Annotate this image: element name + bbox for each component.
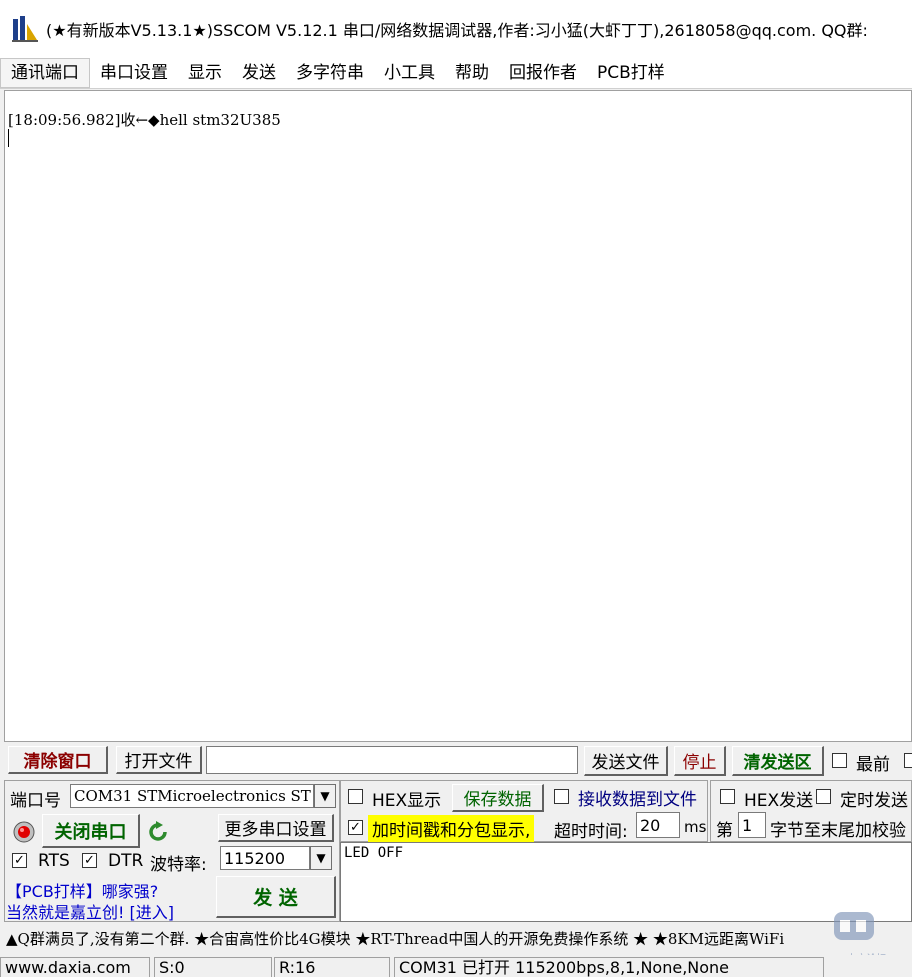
receive-line: [18:09:56.982]收←◆hell stm32U385	[8, 111, 281, 129]
send-button[interactable]: 发 送	[216, 876, 336, 918]
timestamp-label: 加时间戳和分包显示,	[368, 815, 535, 842]
forum-logo-icon	[834, 912, 874, 940]
recv-to-file-checkbox[interactable]	[554, 789, 569, 804]
topmost-checkbox[interactable]	[832, 753, 847, 768]
timed-send-label: 定时发送	[840, 791, 908, 811]
send-file-button[interactable]: 发送文件	[584, 746, 668, 776]
status-received-count: R:16	[274, 957, 390, 977]
recv-to-file-label[interactable]: 接收数据到文件	[578, 785, 697, 810]
status-port-state: COM31 已打开 115200bps,8,1,None,None	[394, 957, 824, 977]
byte-prefix-label: 第	[716, 821, 733, 841]
receive-area[interactable]: [18:09:56.982]收←◆hell stm32U385	[4, 90, 912, 742]
hex-display-label: HEX显示	[372, 791, 442, 811]
menu-pcb[interactable]: PCB打样	[587, 59, 675, 87]
open-file-button[interactable]: 打开文件	[116, 746, 202, 774]
menu-tools[interactable]: 小工具	[374, 59, 445, 87]
baud-label: 波特率:	[150, 855, 207, 875]
status-site[interactable]: www.daxia.com	[0, 957, 150, 977]
text-caret	[8, 129, 9, 147]
port-dropdown-arrow-icon[interactable]: ▼	[314, 784, 336, 808]
timeout-unit: ms	[684, 818, 707, 836]
menu-feedback[interactable]: 回报作者	[499, 59, 587, 87]
menu-help[interactable]: 帮助	[445, 59, 499, 87]
timeout-input[interactable]: 20	[636, 812, 680, 838]
news-ticker[interactable]: ▲Q群满员了,没有第二个群. ★合宙高性价比4G模块 ★RT-Thread中国人…	[6, 928, 912, 949]
file-path-input[interactable]	[206, 746, 578, 774]
checksum-byte-input[interactable]: 1	[738, 812, 766, 838]
menu-comm-port[interactable]: 通讯端口	[0, 58, 90, 88]
clear-send-button[interactable]: 清发送区	[732, 746, 824, 776]
save-data-button[interactable]: 保存数据	[452, 784, 544, 812]
app-logo-icon	[12, 16, 38, 42]
baud-dropdown-arrow-icon[interactable]: ▼	[310, 846, 332, 870]
stop-button[interactable]: 停止	[674, 746, 726, 776]
rts-label: RTS	[38, 851, 70, 871]
menu-send[interactable]: 发送	[232, 59, 286, 87]
port-select[interactable]: COM31 STMicroelectronics ST	[70, 784, 314, 808]
menu-display[interactable]: 显示	[178, 59, 232, 87]
window-title: (★有新版本V5.13.1★)SSCOM V5.12.1 串口/网络数据调试器,…	[46, 21, 868, 40]
extra-checkbox[interactable]	[904, 753, 912, 768]
close-port-button[interactable]: 关闭串口	[42, 814, 140, 848]
send-textarea[interactable]: LED OFF	[340, 842, 912, 922]
status-sent-count: S:0	[154, 957, 272, 977]
port-label: 端口号	[10, 791, 61, 811]
dtr-checkbox[interactable]: ✓	[82, 853, 97, 868]
rts-checkbox[interactable]: ✓	[12, 853, 27, 868]
pcb-promo-line2[interactable]: 当然就是嘉立创! [进入]	[6, 899, 174, 923]
port-status-led-icon	[13, 821, 35, 843]
byte-suffix-label: 字节至末尾加校验	[770, 821, 906, 841]
menu-bar: 通讯端口 串口设置 显示 发送 多字符串 小工具 帮助 回报作者 PCB打样	[0, 58, 912, 89]
title-bar: (★有新版本V5.13.1★)SSCOM V5.12.1 串口/网络数据调试器,…	[0, 0, 912, 58]
baud-select[interactable]: 115200	[220, 846, 310, 870]
timestamp-checkbox[interactable]: ✓	[348, 820, 363, 835]
more-serial-settings-button[interactable]: 更多串口设置	[218, 814, 334, 842]
status-bar: www.daxia.com S:0 R:16 COM31 已打开 115200b…	[0, 955, 912, 977]
dtr-label: DTR	[108, 851, 144, 871]
topmost-label: 最前	[856, 755, 890, 775]
menu-multi-string[interactable]: 多字符串	[286, 59, 374, 87]
clear-window-button[interactable]: 清除窗口	[8, 746, 108, 774]
hex-send-label: HEX发送	[744, 791, 814, 811]
menu-serial-settings[interactable]: 串口设置	[90, 59, 178, 87]
hex-display-checkbox[interactable]	[348, 789, 363, 804]
refresh-icon[interactable]	[146, 820, 170, 844]
timeout-label: 超时时间:	[554, 822, 628, 842]
hex-send-checkbox[interactable]	[720, 789, 735, 804]
timed-send-checkbox[interactable]	[816, 789, 831, 804]
